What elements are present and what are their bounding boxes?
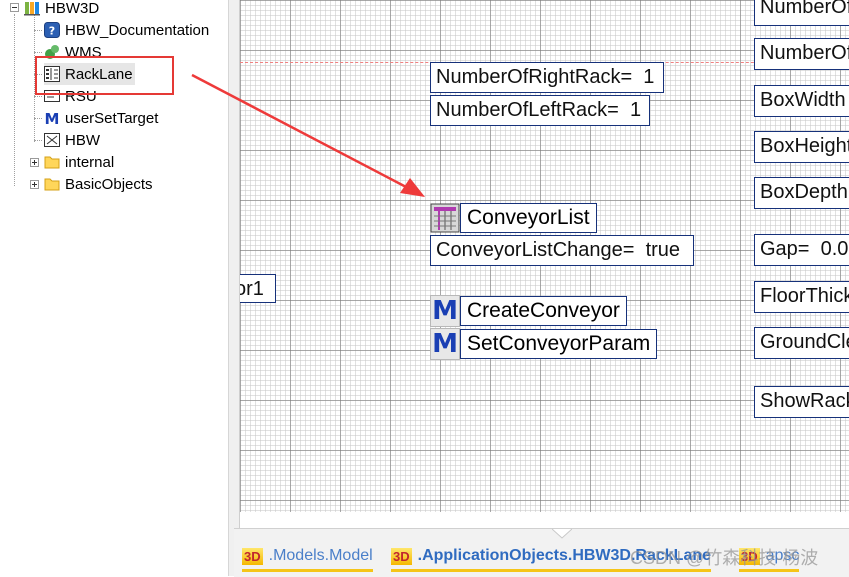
class-icon — [44, 132, 60, 148]
tree-item-label: BasicObjects — [65, 175, 153, 193]
tree-item-basicobjects[interactable]: BasicObjects — [44, 173, 153, 195]
folder-icon — [44, 176, 60, 192]
expand-toggle[interactable] — [30, 158, 39, 167]
tree-connector — [34, 52, 42, 53]
tab-label: .Models.Model — [268, 547, 373, 564]
tree-item-internal[interactable]: internal — [44, 151, 114, 173]
tree-item-hbw[interactable]: HBW — [44, 129, 100, 151]
attribute-box-height[interactable]: BoxHeight — [754, 131, 849, 163]
tab-pointer-icon — [552, 528, 572, 539]
panel-splitter[interactable] — [228, 0, 240, 576]
svg-text:?: ? — [49, 25, 55, 38]
tree-connector — [34, 30, 42, 31]
attribute-right-1[interactable]: NumberOf — [754, 0, 849, 26]
tree-item-label: HBW3D — [45, 0, 100, 17]
attribute-number-of-right-rack[interactable]: NumberOfRightRack= 1 — [430, 62, 664, 93]
attribute-show-rack[interactable]: ShowRack — [754, 386, 849, 418]
tree-connector — [14, 14, 15, 186]
tree-item-usersettarget[interactable]: M userSetTarget — [44, 107, 159, 129]
tab-models-model[interactable]: 3D .Models.Model — [242, 543, 373, 572]
attribute-ground-clearance[interactable]: GroundCle — [754, 327, 849, 359]
tree-item-hbw-documentation[interactable]: ? HBW_Documentation — [44, 19, 209, 41]
method-icon: M — [430, 295, 460, 327]
method-icon: M — [44, 110, 60, 128]
object-label-partial[interactable]: or1 — [240, 274, 276, 303]
library-icon — [24, 0, 40, 16]
expand-toggle[interactable] — [30, 180, 39, 189]
folder-icon — [44, 154, 60, 170]
attribute-number-of-left-rack[interactable]: NumberOfLeftRack= 1 — [430, 95, 650, 126]
method-object-setconveyorparam[interactable]: M SetConveyorParam — [430, 328, 658, 360]
model-canvas[interactable]: or1 NumberOfRightRack= 1 NumberOfLeftRac… — [240, 0, 849, 512]
method-object-createconveyor[interactable]: M CreateConveyor — [430, 295, 627, 327]
collapse-toggle[interactable] — [10, 3, 19, 12]
tree-item-label: HBW — [65, 131, 100, 149]
help-icon: ? — [44, 22, 60, 38]
table-icon — [430, 202, 460, 234]
tree-item-label: userSetTarget — [65, 109, 159, 127]
method-icon: M — [430, 328, 460, 360]
highlight-box — [35, 56, 174, 95]
attribute-box-width[interactable]: BoxWidth — [754, 85, 849, 117]
attribute-box-depth[interactable]: BoxDepth — [754, 177, 849, 209]
tree-item-label: internal — [65, 153, 115, 171]
tree-connector — [34, 96, 42, 97]
table-object-conveyorlist[interactable]: ConveyorList — [430, 202, 597, 234]
3d-icon: 3D — [242, 547, 263, 565]
attribute-gap[interactable]: Gap= 0.0 — [754, 234, 849, 266]
tree-item-label: HBW_Documentation — [65, 21, 210, 39]
object-label: CreateConveyor — [460, 296, 627, 326]
svg-text:M: M — [45, 110, 60, 126]
object-label: ConveyorList — [460, 203, 597, 233]
attribute-floor-thickness[interactable]: FloorThick — [754, 281, 849, 313]
object-label: SetConveyorParam — [460, 329, 658, 359]
tree-connector — [34, 118, 42, 119]
tree-item-root[interactable]: HBW3D — [24, 0, 99, 19]
attribute-right-2[interactable]: NumberOf — [754, 38, 849, 70]
attribute-conveyor-list-change[interactable]: ConveyorListChange= true — [430, 235, 694, 266]
tree-connector — [34, 140, 42, 141]
3d-icon: 3D — [391, 547, 412, 565]
watermark: CSDN @竹森科技-杨波 — [630, 548, 819, 568]
